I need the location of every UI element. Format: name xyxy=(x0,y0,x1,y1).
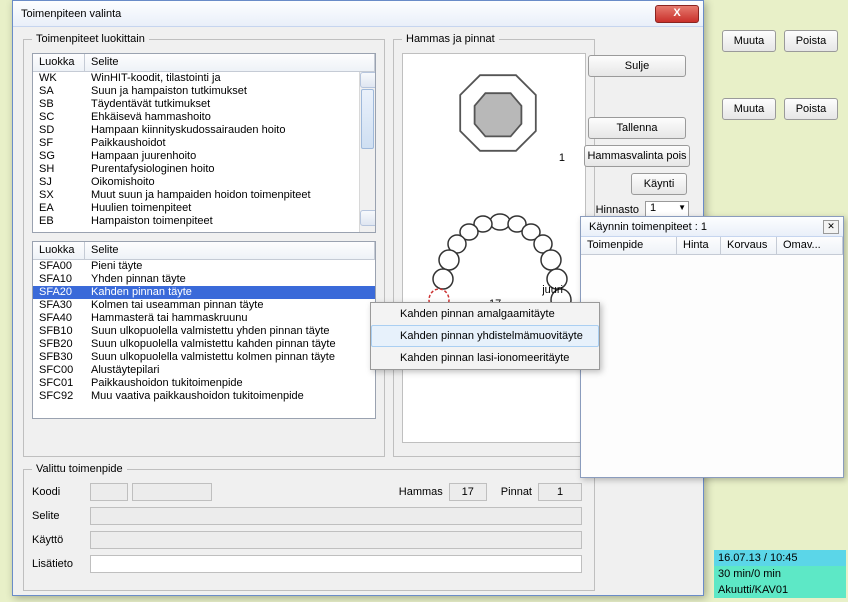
table-row[interactable]: SFA30Kolmen tai useamman pinnan täyte xyxy=(33,299,375,312)
legend-hammas: Hammas ja pinnat xyxy=(402,33,499,45)
hinnasto-label: Hinnasto xyxy=(596,204,639,216)
table-row[interactable]: SCEhkäisevä hammashoito xyxy=(33,111,375,124)
dialog-title: Toimenpiteen valinta xyxy=(21,8,655,20)
tooth-juuri-label: juuri xyxy=(542,284,563,296)
table-row[interactable]: SFB20Suun ulkopuolella valmistettu kahde… xyxy=(33,338,375,351)
legend-luokittain: Toimenpiteet luokittain xyxy=(32,33,149,45)
table-row[interactable]: SASuun ja hampaiston tutkimukset xyxy=(33,85,375,98)
chevron-down-icon: ▼ xyxy=(678,203,686,212)
koodi-box1 xyxy=(90,483,128,501)
muuta-button-1[interactable]: Muuta xyxy=(722,30,776,52)
table-row[interactable]: SFA20Kahden pinnan täyte xyxy=(33,286,375,299)
status-type: Akuutti/KAV01 xyxy=(714,582,846,598)
muuta-button-2[interactable]: Muuta xyxy=(722,98,776,120)
col-luokka-1[interactable]: Luokka xyxy=(33,54,85,71)
poista-button-1[interactable]: Poista xyxy=(784,30,838,52)
fieldset-hammas: Hammas ja pinnat 1 xyxy=(393,33,595,457)
sulje-button[interactable]: Sulje xyxy=(588,55,686,77)
kaytto-box xyxy=(90,531,582,549)
table-row[interactable]: SFA40Hammasterä tai hammaskruunu xyxy=(33,312,375,325)
table-row[interactable]: SFC01Paikkaushoidon tukitoimenpide xyxy=(33,377,375,390)
kt-col-toimenpide[interactable]: Toimenpide xyxy=(581,237,677,254)
tooth-diagram[interactable]: 1 xyxy=(402,53,586,443)
table-row[interactable]: SFA10Yhden pinnan täyte xyxy=(33,273,375,286)
poista-button-2[interactable]: Poista xyxy=(784,98,838,120)
scrollbar-1[interactable]: ▴ ▾ xyxy=(359,72,375,232)
kt-col-hinta[interactable]: Hinta xyxy=(677,237,721,254)
lisatieto-input[interactable] xyxy=(90,555,582,573)
tallenna-button[interactable]: Tallenna xyxy=(588,117,686,139)
close-icon[interactable]: X xyxy=(655,5,699,23)
table-row[interactable]: EBHampaiston toimenpiteet xyxy=(33,215,375,228)
kaynti-panel-titlebar[interactable]: Käynnin toimenpiteet : 1 ✕ xyxy=(581,217,843,237)
kaytto-label: Käyttö xyxy=(32,534,90,546)
table-row[interactable]: SFPaikkaushoidot xyxy=(33,137,375,150)
table-row[interactable]: SHPurentafysiologinen hoito xyxy=(33,163,375,176)
kt-col-korvaus[interactable]: Korvaus xyxy=(721,237,777,254)
hammasvalinta-pois-button[interactable]: Hammasvalinta pois xyxy=(584,145,690,167)
kaynti-panel: Käynnin toimenpiteet : 1 ✕ Toimenpide Hi… xyxy=(580,216,844,478)
table-row[interactable]: SBTäydentävät tutkimukset xyxy=(33,98,375,111)
ctx-item-amalgaami[interactable]: Kahden pinnan amalgaamitäyte xyxy=(371,303,599,325)
pinnat-label: Pinnat xyxy=(501,486,532,498)
scroll-up-icon[interactable]: ▴ xyxy=(360,72,376,88)
tooth-num-1: 1 xyxy=(559,152,565,164)
status-time: 16.07.13 / 10:45 xyxy=(714,550,846,566)
col-selite-2[interactable]: Selite xyxy=(85,242,375,259)
kaynti-panel-close-icon[interactable]: ✕ xyxy=(823,220,839,234)
table-row[interactable]: SDHampaan kiinnityskudossairauden hoito xyxy=(33,124,375,137)
hammas-label: Hammas xyxy=(399,486,443,498)
kt-col-omav[interactable]: Omav... xyxy=(777,237,843,254)
list1[interactable]: Luokka Selite WKWinHIT-koodit, tilastoin… xyxy=(32,53,376,233)
lisatieto-label: Lisätieto xyxy=(32,558,90,570)
table-row[interactable]: SFA00Pieni täyte xyxy=(33,260,375,273)
titlebar[interactable]: Toimenpiteen valinta X xyxy=(13,1,703,27)
tooth-top-icon xyxy=(453,68,543,158)
table-row[interactable]: SXMuut suun ja hampaiden hoidon toimenpi… xyxy=(33,189,375,202)
fieldset-luokittain: Toimenpiteet luokittain Luokka Selite WK… xyxy=(23,33,385,457)
right-column: Sulje Tallenna Hammasvalinta pois Käynti… xyxy=(583,55,691,219)
list2[interactable]: Luokka Selite SFA00Pieni täyteSFA10Yhden… xyxy=(32,241,376,419)
kaynti-button[interactable]: Käynti xyxy=(631,173,687,195)
context-menu: Kahden pinnan amalgaamitäyte Kahden pinn… xyxy=(370,302,600,370)
hammas-value: 17 xyxy=(449,483,487,501)
table-row[interactable]: EAHuulien toimenpiteet xyxy=(33,202,375,215)
koodi-box2 xyxy=(132,483,212,501)
col-selite-1[interactable]: Selite xyxy=(85,54,375,71)
koodi-label: Koodi xyxy=(32,486,90,498)
scroll-down-icon[interactable]: ▾ xyxy=(360,210,376,226)
selite-box xyxy=(90,507,582,525)
table-row[interactable]: SGHampaan juurenhoito xyxy=(33,150,375,163)
table-row[interactable]: SFC00Alustäytepilari xyxy=(33,364,375,377)
table-row[interactable]: SFB30Suun ulkopuolella valmistettu kolme… xyxy=(33,351,375,364)
table-row[interactable]: SFB10Suun ulkopuolella valmistettu yhden… xyxy=(33,325,375,338)
selite-label: Selite xyxy=(32,510,90,522)
col-luokka-2[interactable]: Luokka xyxy=(33,242,85,259)
ctx-item-lasi-ionomeeri[interactable]: Kahden pinnan lasi-ionomeeritäyte xyxy=(371,347,599,369)
legend-valittu: Valittu toimenpide xyxy=(32,463,127,475)
table-row[interactable]: SJOikomishoito xyxy=(33,176,375,189)
scroll-thumb[interactable] xyxy=(361,89,374,149)
pinnat-value: 1 xyxy=(538,483,582,501)
table-row[interactable]: WKWinHIT-koodit, tilastointi ja xyxy=(33,72,375,85)
table-row[interactable]: SFC92Muu vaativa paikkaushoidon tukitoim… xyxy=(33,390,375,403)
ctx-item-yhdistelmamuovi[interactable]: Kahden pinnan yhdistelmämuovitäyte xyxy=(371,325,599,347)
status-duration: 30 min/0 min xyxy=(714,566,846,582)
kaynti-panel-title: Käynnin toimenpiteet : 1 xyxy=(589,221,823,233)
fieldset-valittu: Valittu toimenpide Koodi Hammas 17 Pinna… xyxy=(23,463,595,591)
